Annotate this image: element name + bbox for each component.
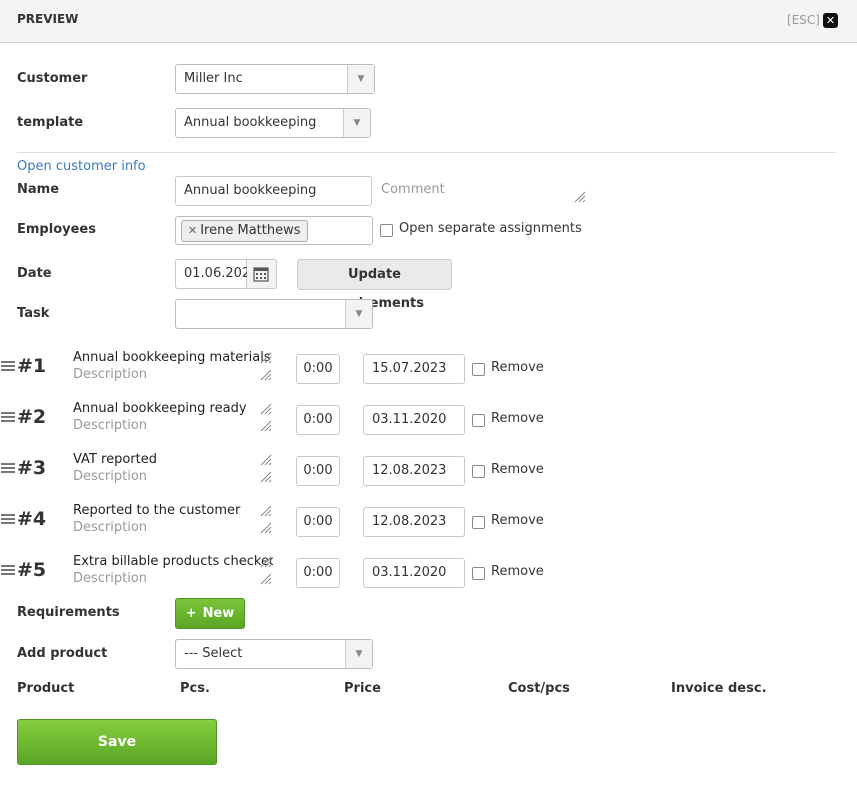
requirement-time-input[interactable]: 0:00 xyxy=(296,558,340,588)
requirement-title[interactable]: VAT reported xyxy=(73,452,157,467)
requirement-time-input[interactable]: 0:00 xyxy=(296,354,340,384)
chevron-down-icon: ▼ xyxy=(347,65,374,93)
drag-handle-icon[interactable] xyxy=(1,514,15,526)
employee-tag: ✕ Irene Matthews xyxy=(181,220,308,242)
template-value: Annual bookkeeping xyxy=(184,115,317,130)
resize-handle-icon[interactable] xyxy=(260,369,272,381)
drag-handle-icon[interactable] xyxy=(1,412,15,424)
requirement-description[interactable]: Description xyxy=(73,367,147,382)
employee-tag-label: Irene Matthews xyxy=(200,223,301,238)
resize-handle-icon[interactable] xyxy=(260,505,272,517)
requirement-number: #5 xyxy=(17,559,47,581)
requirement-description[interactable]: Description xyxy=(73,418,147,433)
save-button[interactable]: Save xyxy=(17,719,217,765)
requirement-title[interactable]: Annual bookkeeping ready xyxy=(73,401,247,416)
requirement-number: #3 xyxy=(17,457,47,479)
column-header-pcs: Pcs. xyxy=(180,681,210,696)
open-separate-checkbox[interactable] xyxy=(380,224,393,237)
column-header-price: Price xyxy=(344,681,381,696)
drag-handle-icon[interactable] xyxy=(1,463,15,475)
resize-handle-icon[interactable] xyxy=(260,403,272,415)
resize-handle-icon[interactable] xyxy=(260,352,272,364)
open-customer-info-link[interactable]: Open customer info xyxy=(17,159,146,174)
requirement-description[interactable]: Description xyxy=(73,469,147,484)
requirements-label: Requirements xyxy=(17,605,120,620)
date-label: Date xyxy=(17,266,52,281)
chevron-down-icon: ▼ xyxy=(345,300,372,328)
remove-label: Remove xyxy=(491,564,544,579)
comment-placeholder[interactable]: Comment xyxy=(381,182,445,197)
requirement-time-input[interactable]: 0:00 xyxy=(296,456,340,486)
remove-checkbox[interactable] xyxy=(472,414,485,427)
requirement-time-input[interactable]: 0:00 xyxy=(296,507,340,537)
add-product-value: --- Select xyxy=(184,646,243,661)
name-label: Name xyxy=(17,182,60,197)
resize-handle-icon[interactable] xyxy=(260,420,272,432)
resize-handle-icon[interactable] xyxy=(260,522,272,534)
close-icon[interactable]: ✕ xyxy=(823,13,838,28)
name-value: Annual bookkeeping xyxy=(184,183,317,198)
customer-value: Miller Inc xyxy=(184,71,243,86)
remove-label: Remove xyxy=(491,360,544,375)
column-header-invoice-desc: Invoice desc. xyxy=(671,681,767,696)
requirement-date-input[interactable]: 03.11.2020 xyxy=(363,558,465,588)
panel-title: PREVIEW xyxy=(17,12,79,26)
update-requirements-button[interactable]: Update requirements xyxy=(297,259,452,311)
requirement-date-input[interactable]: 15.07.2023 xyxy=(363,354,465,384)
requirement-date-input[interactable]: 03.11.2020 xyxy=(363,405,465,435)
requirement-title[interactable]: Extra billable products checked and xyxy=(73,554,273,569)
column-header-product: Product xyxy=(17,681,75,696)
requirement-number: #2 xyxy=(17,406,47,428)
customer-label: Customer xyxy=(17,71,88,86)
section-divider xyxy=(17,152,836,153)
requirement-date-input[interactable]: 12.08.2023 xyxy=(363,456,465,486)
remove-label: Remove xyxy=(491,513,544,528)
open-separate-label: Open separate assignments xyxy=(399,221,582,236)
new-requirement-button[interactable]: + New xyxy=(175,598,245,629)
column-header-cost: Cost/pcs xyxy=(508,681,570,696)
resize-handle-icon[interactable] xyxy=(260,471,272,483)
requirement-date-input[interactable]: 12.08.2023 xyxy=(363,507,465,537)
drag-handle-icon[interactable] xyxy=(1,565,15,577)
calendar-icon xyxy=(253,267,269,282)
customer-select[interactable]: Miller Inc ▼ xyxy=(175,64,375,94)
chevron-down-icon: ▼ xyxy=(345,640,372,668)
preview-header: PREVIEW [ESC] ✕ xyxy=(0,0,857,43)
requirement-description[interactable]: Description xyxy=(73,571,147,586)
remove-label: Remove xyxy=(491,411,544,426)
requirement-title[interactable]: Annual bookkeeping materials xyxy=(73,350,271,365)
remove-tag-icon[interactable]: ✕ xyxy=(188,224,197,237)
requirement-number: #1 xyxy=(17,355,47,377)
add-product-label: Add product xyxy=(17,646,108,661)
chevron-down-icon: ▼ xyxy=(343,109,370,137)
task-label: Task xyxy=(17,306,50,321)
plus-icon: + xyxy=(185,606,197,621)
requirement-number: #4 xyxy=(17,508,47,530)
add-product-select[interactable]: --- Select ▼ xyxy=(175,639,373,669)
remove-checkbox[interactable] xyxy=(472,465,485,478)
resize-handle-icon[interactable] xyxy=(260,556,272,568)
remove-label: Remove xyxy=(491,462,544,477)
resize-handle-icon[interactable] xyxy=(574,191,586,203)
task-select[interactable]: ▼ xyxy=(175,299,373,329)
template-label: template xyxy=(17,115,84,130)
new-button-label: New xyxy=(202,606,235,621)
name-input[interactable]: Annual bookkeeping xyxy=(175,176,372,206)
requirement-time-input[interactable]: 0:00 xyxy=(296,405,340,435)
requirement-description[interactable]: Description xyxy=(73,520,147,535)
drag-handle-icon[interactable] xyxy=(1,361,15,373)
template-select[interactable]: Annual bookkeeping ▼ xyxy=(175,108,371,138)
remove-checkbox[interactable] xyxy=(472,567,485,580)
date-input[interactable]: 01.06.2022 xyxy=(175,259,258,289)
remove-checkbox[interactable] xyxy=(472,516,485,529)
resize-handle-icon[interactable] xyxy=(260,573,272,585)
esc-hint: [ESC] xyxy=(787,13,820,27)
remove-checkbox[interactable] xyxy=(472,363,485,376)
calendar-button[interactable] xyxy=(247,259,277,289)
resize-handle-icon[interactable] xyxy=(260,454,272,466)
employees-label: Employees xyxy=(17,222,96,237)
requirement-title[interactable]: Reported to the customer xyxy=(73,503,240,518)
